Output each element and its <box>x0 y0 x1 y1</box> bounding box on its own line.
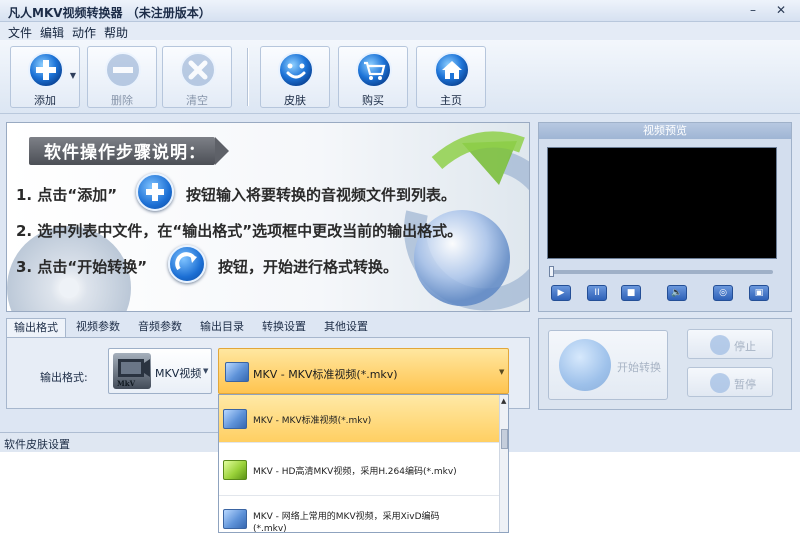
skin-button-label: 皮肤 <box>284 94 306 107</box>
list-item-label-ext: (*.mkv) <box>253 524 287 533</box>
menu-bar: 文件 编辑 动作 帮助 <box>0 22 800 40</box>
tab-audio-params[interactable]: 音频参数 <box>130 318 190 338</box>
list-item[interactable]: MKV - MKV标准视频(*.mkv) <box>219 395 499 443</box>
home-button-label: 主页 <box>440 94 462 107</box>
play-button[interactable]: ▶ <box>551 285 571 301</box>
video-cube-icon <box>225 362 249 382</box>
background-area-right <box>509 452 800 533</box>
format-category-select[interactable]: MkV MKV视频 ▼ <box>108 348 212 394</box>
toolbar: ▼ 添加 删除 清空 皮肤 购买 主页 <box>0 40 800 114</box>
scroll-up-icon[interactable]: ▲ <box>501 397 506 405</box>
step-3-text: 3. 点击“开始转换” <box>16 258 148 276</box>
convert-icon <box>559 339 611 391</box>
convert-icon-inline <box>168 245 206 283</box>
video-screen <box>547 147 777 259</box>
folder-icon[interactable]: ▣ <box>749 285 769 301</box>
add-button[interactable]: ▼ 添加 <box>10 46 80 108</box>
output-format-value: MKV - MKV标准视频(*.mkv) <box>253 368 398 381</box>
hd-cube-icon <box>223 460 247 480</box>
step-3-text-after: 按钮，开始进行格式转换。 <box>218 258 399 276</box>
delete-button[interactable]: 删除 <box>87 46 157 108</box>
add-icon <box>28 52 64 88</box>
clear-button-label: 清空 <box>186 94 208 107</box>
delete-button-label: 删除 <box>111 94 133 107</box>
stop-convert-label: 停止 <box>734 340 756 353</box>
video-cube-icon <box>223 409 247 429</box>
background-area <box>0 452 218 533</box>
volume-icon[interactable]: 🔈 <box>667 285 687 301</box>
stop-convert-button[interactable]: 停止 <box>687 329 773 359</box>
chevron-down-icon[interactable]: ▼ <box>203 367 208 375</box>
list-item-label: MKV - 网络上常用的MKV视频，采用XivD编码 <box>253 512 440 522</box>
minimize-button[interactable]: – <box>742 2 764 19</box>
video-preview-title: 视频预览 <box>539 123 791 139</box>
minus-icon <box>105 52 141 88</box>
title-bar: 凡人MKV视频转换器 （未注册版本） – ✕ <box>0 0 800 22</box>
output-format-label: 输出格式: <box>40 371 88 384</box>
menu-action[interactable]: 动作 <box>72 24 96 41</box>
pause-convert-button[interactable]: 暂停 <box>687 367 773 397</box>
chevron-down-icon[interactable]: ▼ <box>499 368 504 376</box>
tab-output-format[interactable]: 输出格式 <box>6 318 66 338</box>
status-text[interactable]: 软件皮肤设置 <box>4 436 70 452</box>
seek-bar[interactable] <box>551 270 773 274</box>
skin-button[interactable]: 皮肤 <box>260 46 330 108</box>
video-preview-panel: 视频预览 ▶ II ■ 🔈 ◎ ▣ <box>538 122 792 312</box>
buy-button-label: 购买 <box>362 94 384 107</box>
stop-button[interactable]: ■ <box>621 285 641 301</box>
step-2-text: 2. 选中列表中文件，在“输出格式”选项框中更改当前的输出格式。 <box>16 222 463 240</box>
pause-convert-label: 暂停 <box>734 378 756 391</box>
menu-file[interactable]: 文件 <box>8 24 32 41</box>
step-1-text-after: 按钮输入将要转换的音视频文件到列表。 <box>186 186 457 204</box>
snapshot-icon[interactable]: ◎ <box>713 285 733 301</box>
output-format-select[interactable]: MKV - MKV标准视频(*.mkv) ▼ <box>218 348 509 394</box>
start-convert-label: 开始转换 <box>617 361 661 374</box>
settings-tabs: 输出格式 视频参数 音频参数 输出目录 转换设置 其他设置 <box>6 318 530 338</box>
list-item-label: MKV - HD高清MKV视频，采用H.264编码(*.mkv) <box>253 467 457 477</box>
instruction-title: 软件操作步骤说明： <box>44 143 206 163</box>
status-bar: 软件皮肤设置 <box>0 432 218 452</box>
list-item-label: MKV - MKV标准视频(*.mkv) <box>253 416 372 426</box>
dropdown-scrollbar[interactable]: ▲ <box>499 395 508 532</box>
format-category-value: MKV视频 <box>155 367 202 380</box>
add-icon-inline <box>136 173 174 211</box>
mkv-icon-label: MkV <box>117 379 136 388</box>
list-item[interactable]: MKV - HD高清MKV视频，采用H.264编码(*.mkv) <box>219 444 499 496</box>
clear-button[interactable]: 清空 <box>162 46 232 108</box>
list-item[interactable]: MKV - 网络上常用的MKV视频，采用XivD编码 (*.mkv) <box>219 497 499 533</box>
buy-button[interactable]: 购买 <box>338 46 408 108</box>
home-icon <box>434 52 470 88</box>
step-1-text: 1. 点击“添加” <box>16 186 118 204</box>
tab-video-params[interactable]: 视频参数 <box>68 318 128 338</box>
start-convert-button[interactable]: 开始转换 <box>548 330 668 400</box>
home-button[interactable]: 主页 <box>416 46 486 108</box>
format-dropdown-list: MKV - MKV标准视频(*.mkv) MKV - HD高清MKV视频，采用H… <box>218 394 509 533</box>
app-window: 凡人MKV视频转换器 （未注册版本） – ✕ 文件 编辑 动作 帮助 ▼ 添加 … <box>0 0 800 533</box>
stop-icon <box>710 335 730 355</box>
video-cube-icon <box>223 509 247 529</box>
pause-button[interactable]: II <box>587 285 607 301</box>
close-button[interactable]: ✕ <box>770 2 792 19</box>
tab-other-settings[interactable]: 其他设置 <box>316 318 376 338</box>
menu-help[interactable]: 帮助 <box>104 24 128 41</box>
scrollbar-thumb[interactable] <box>501 429 508 449</box>
menu-edit[interactable]: 编辑 <box>40 24 64 41</box>
add-dropdown-arrow[interactable]: ▼ <box>70 71 76 80</box>
pause-icon <box>710 373 730 393</box>
tab-convert-settings[interactable]: 转换设置 <box>254 318 314 338</box>
add-button-label: 添加 <box>34 94 56 107</box>
window-title: 凡人MKV视频转换器 （未注册版本） <box>8 6 211 20</box>
cart-icon <box>356 52 392 88</box>
clear-icon <box>180 52 216 88</box>
tab-output-dir[interactable]: 输出目录 <box>192 318 252 338</box>
smiley-icon <box>278 52 314 88</box>
toolbar-separator <box>247 48 249 106</box>
seek-knob[interactable] <box>549 266 554 277</box>
